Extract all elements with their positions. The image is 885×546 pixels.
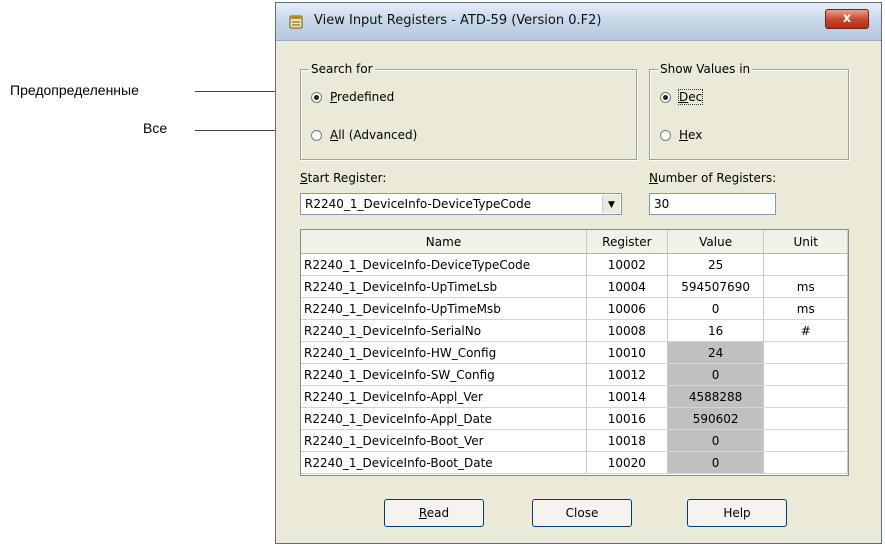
cell-value[interactable]: 4588288 — [667, 385, 765, 408]
cell-value[interactable]: 590602 — [667, 407, 765, 430]
dec-radio[interactable]: Dec — [660, 89, 704, 105]
table-row[interactable]: R2240_1_DeviceInfo-SerialNo 10008 16 # — [301, 319, 848, 342]
all-advanced-radio[interactable]: All (Advanced) — [311, 128, 417, 142]
help-button[interactable]: Help — [687, 499, 787, 527]
cell-register: 10004 — [586, 275, 668, 298]
cell-unit — [763, 429, 848, 452]
cell-unit — [763, 407, 848, 430]
hex-radio[interactable]: Hex — [660, 128, 702, 142]
cell-unit — [763, 363, 848, 386]
all-advanced-radio-label: All (Advanced) — [330, 128, 418, 142]
column-header-value[interactable]: Value — [667, 230, 765, 254]
predefined-radio-indicator[interactable] — [311, 91, 322, 103]
cell-name: R2240_1_DeviceInfo-DeviceTypeCode — [301, 253, 587, 276]
cell-name: R2240_1_DeviceInfo-Appl_Ver — [301, 385, 587, 408]
cell-value[interactable]: 0 — [667, 451, 765, 474]
search-for-title: Search for — [309, 62, 375, 76]
view-input-registers-dialog: View Input Registers - ATD-59 (Version 0… — [275, 2, 882, 544]
cell-value[interactable]: 0 — [667, 429, 765, 452]
table-row[interactable]: R2240_1_DeviceInfo-Appl_Ver 10014 4588288 — [301, 385, 848, 408]
cell-name: R2240_1_DeviceInfo-SerialNo — [301, 319, 587, 342]
cell-unit: ms — [763, 275, 848, 298]
cell-register: 10008 — [586, 319, 668, 342]
close-button[interactable]: Close — [532, 499, 632, 527]
table-row[interactable]: R2240_1_DeviceInfo-UpTimeLsb 10004 5945076… — [301, 275, 848, 298]
cell-register: 10010 — [586, 341, 668, 364]
cell-name: R2240_1_DeviceInfo-UpTimeMsb — [301, 297, 587, 320]
cell-unit — [763, 385, 848, 408]
hex-radio-indicator[interactable] — [660, 129, 671, 141]
cell-value[interactable]: 25 — [667, 253, 765, 276]
cell-unit — [763, 341, 848, 364]
cell-register: 10002 — [586, 253, 668, 276]
table-row[interactable]: R2240_1_DeviceInfo-Appl_Date 10016 590602 — [301, 407, 848, 430]
cell-value[interactable]: 24 — [667, 341, 765, 364]
cell-name: R2240_1_DeviceInfo-UpTimeLsb — [301, 275, 587, 298]
show-values-in-group: Show Values in Dec Hex — [649, 62, 849, 160]
all-advanced-radio-indicator[interactable] — [311, 129, 322, 141]
cell-unit — [763, 451, 848, 474]
table-row[interactable]: R2240_1_DeviceInfo-UpTimeMsb 10006 0 ms — [301, 297, 848, 320]
cell-unit: # — [763, 319, 848, 342]
cell-register: 10020 — [586, 451, 668, 474]
cell-name: R2240_1_DeviceInfo-Appl_Date — [301, 407, 587, 430]
column-header-register[interactable]: Register — [586, 230, 668, 254]
table-row[interactable]: R2240_1_DeviceInfo-SW_Config 10012 0 — [301, 363, 848, 386]
dec-radio-indicator[interactable] — [660, 91, 671, 103]
cell-name: R2240_1_DeviceInfo-HW_Config — [301, 341, 587, 364]
table-row[interactable]: R2240_1_DeviceInfo-Boot_Ver 10018 0 — [301, 429, 848, 452]
search-for-group: Search for Predefined All (Advanced) — [300, 62, 637, 160]
predefined-radio-label: Predefined — [330, 90, 395, 104]
cell-unit: ms — [763, 297, 848, 320]
close-icon: x — [842, 11, 852, 26]
close-window-button[interactable]: x — [825, 9, 869, 29]
chevron-down-icon[interactable]: ▼ — [602, 195, 620, 213]
number-of-registers-label: Number of Registers: — [649, 171, 777, 185]
cell-value[interactable]: 0 — [667, 363, 765, 386]
read-button[interactable]: Read — [384, 499, 484, 527]
table-row[interactable]: R2240_1_DeviceInfo-DeviceTypeCode 10002 25 — [301, 253, 848, 276]
cell-value[interactable]: 16 — [667, 319, 765, 342]
cell-value[interactable]: 594507690 — [667, 275, 765, 298]
database-icon — [289, 15, 303, 29]
cell-value[interactable]: 0 — [667, 297, 765, 320]
cell-register: 10014 — [586, 385, 668, 408]
title-bar[interactable]: View Input Registers - ATD-59 (Version 0… — [276, 3, 881, 41]
show-values-in-title: Show Values in — [658, 62, 753, 76]
cell-register: 10018 — [586, 429, 668, 452]
cell-register: 10006 — [586, 297, 668, 320]
table-row[interactable]: R2240_1_DeviceInfo-Boot_Date 10020 0 — [301, 451, 848, 474]
cell-register: 10012 — [586, 363, 668, 386]
column-header-name[interactable]: Name — [301, 230, 587, 254]
cell-name: R2240_1_DeviceInfo-SW_Config — [301, 363, 587, 386]
window-title: View Input Registers - ATD-59 (Version 0… — [314, 13, 602, 28]
start-register-value: R2240_1_DeviceInfo-DeviceTypeCode — [305, 197, 532, 211]
start-register-select[interactable]: R2240_1_DeviceInfo-DeviceTypeCode ▼ — [300, 193, 622, 215]
annotation-all: Все — [143, 120, 168, 136]
hex-radio-label: Hex — [679, 128, 703, 142]
start-register-label: Start Register: — [300, 171, 387, 185]
cell-register: 10016 — [586, 407, 668, 430]
predefined-radio[interactable]: Predefined — [311, 90, 394, 104]
cell-unit — [763, 253, 848, 276]
cell-name: R2240_1_DeviceInfo-Boot_Ver — [301, 429, 587, 452]
dec-radio-label: Dec — [677, 89, 704, 105]
annotation-predefined: Предопределенные — [10, 82, 139, 98]
number-of-registers-input[interactable]: 30 — [649, 193, 776, 215]
column-header-unit[interactable]: Unit — [763, 230, 848, 254]
table-header-row: Name Register Value Unit — [301, 230, 848, 254]
cell-name: R2240_1_DeviceInfo-Boot_Date — [301, 451, 587, 474]
registers-table[interactable]: Name Register Value Unit R2240_1_DeviceI… — [300, 229, 849, 476]
table-row[interactable]: R2240_1_DeviceInfo-HW_Config 10010 24 — [301, 341, 848, 364]
